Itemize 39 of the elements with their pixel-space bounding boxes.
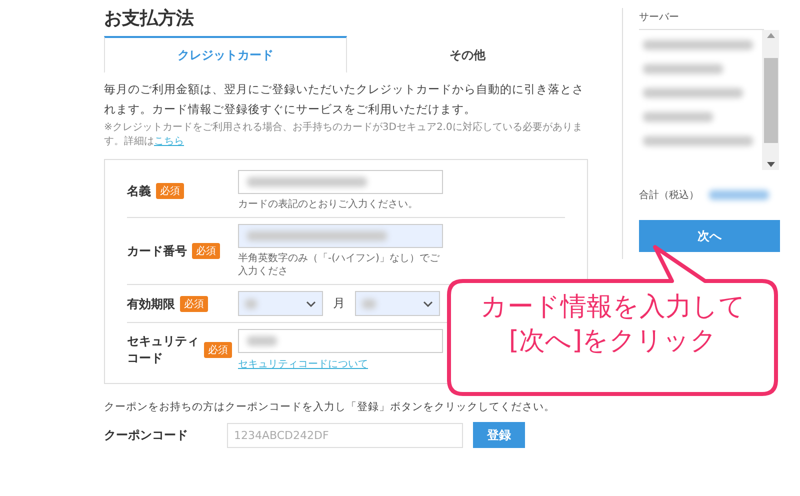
chevron-icon (423, 300, 433, 306)
field-label: カード番号 (127, 243, 187, 259)
required-badge: 必須 (204, 342, 232, 358)
field-hint: カードの表記のとおりご入力ください。 (238, 198, 418, 211)
redacted-value (643, 112, 713, 122)
field-hint: 半角英数字のみ（「-(ハイフン)」なし）でご入力くださ (238, 252, 440, 278)
register-button[interactable]: 登録 (473, 422, 525, 448)
callout-text: [次へ]をクリック (508, 325, 718, 358)
total-label: 合計（税込） (639, 188, 699, 202)
field-label: 名義 (127, 182, 151, 198)
coupon-instructions: クーポンをお持ちの方はクーポンコードを入力し「登録」ボタンをクリックしてください。 (104, 400, 556, 414)
field-label: 有効期限 (127, 296, 175, 312)
description: 毎月のご利用金額は、翌月にご登録いただいたクレジットカードから自動的に引き落とされます。カード情報ご登録後すぐにサービスをご利用いただけます。 (104, 81, 585, 118)
redacted-value (709, 190, 769, 200)
scroll-down-icon[interactable] (766, 162, 774, 167)
input-field[interactable] (238, 329, 443, 353)
chevron-icon (306, 300, 316, 306)
select-field[interactable] (238, 291, 323, 316)
details-link[interactable]: こちら (154, 136, 184, 147)
tab[interactable]: クレジットカード (104, 36, 347, 73)
note: ※クレジットカードをご利用される場合、お手持ちのカードが3Dセキュア2.0に対応している必要があります。詳細はこちら (104, 121, 584, 149)
coupon-input[interactable]: 1234ABCD242DF (227, 422, 463, 448)
scrollbar[interactable] (762, 30, 779, 170)
select-field[interactable] (355, 291, 440, 316)
redacted-value (247, 336, 277, 346)
field-label: セキュリティコード (127, 333, 199, 367)
input-field[interactable] (238, 170, 443, 194)
security-code-link[interactable]: セキュリティコードについて (238, 357, 368, 371)
required-badge: 必須 (180, 296, 208, 312)
page-title: お支払方法 (104, 7, 195, 30)
coupon-label: クーポンコード (104, 426, 189, 444)
next-button[interactable]: 次へ (639, 220, 780, 252)
sidebar-heading: サーバー (639, 8, 764, 30)
callout-text: カード情報を入力して (480, 291, 746, 324)
required-badge: 必須 (192, 243, 220, 259)
input-field[interactable] (238, 224, 443, 248)
unit-label: 月 (333, 295, 345, 312)
scroll-up-icon[interactable] (766, 33, 774, 38)
required-badge: 必須 (156, 182, 184, 198)
